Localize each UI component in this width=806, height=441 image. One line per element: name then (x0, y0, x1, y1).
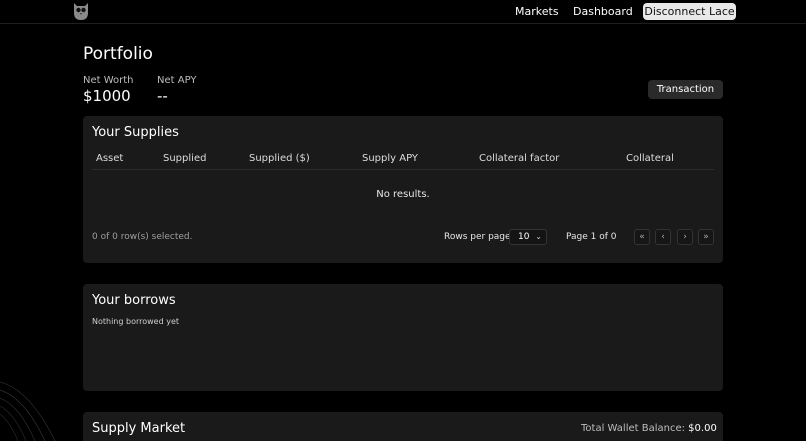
column-header-collateral[interactable]: Collateral (626, 153, 674, 164)
net-worth-label: Net Worth (83, 75, 134, 86)
last-page-button[interactable]: » (698, 229, 714, 245)
decorative-wave-lines (0, 381, 56, 441)
transaction-button[interactable]: Transaction (648, 80, 723, 99)
top-navbar: Markets Dashboard Disconnect Lace (0, 0, 806, 24)
net-apy-label: Net APY (157, 75, 197, 86)
wallet-balance-value: $0.00 (688, 423, 717, 434)
first-page-button[interactable]: « (634, 229, 650, 245)
next-page-button[interactable]: › (677, 229, 693, 245)
rows-per-page-label: Rows per page (444, 232, 511, 242)
column-header-asset[interactable]: Asset (96, 153, 123, 164)
page-title: Portfolio (83, 44, 153, 64)
supplies-title: Your Supplies (92, 125, 179, 140)
rows-per-page-select[interactable]: 10 ⌄ (509, 229, 547, 245)
last-page-icon: » (703, 232, 709, 242)
disconnect-wallet-button[interactable]: Disconnect Lace (643, 3, 736, 20)
next-page-icon: › (683, 232, 687, 242)
first-page-icon: « (639, 232, 645, 242)
column-header-supplied-usd[interactable]: Supplied ($) (249, 153, 310, 164)
owl-logo-icon[interactable] (72, 1, 90, 21)
nav-markets-link[interactable]: Markets (515, 5, 559, 18)
table-divider (92, 169, 714, 170)
previous-page-icon: ‹ (661, 232, 665, 242)
wallet-balance-label: Total Wallet Balance: (581, 423, 685, 434)
column-header-collateral-factor[interactable]: Collateral factor (479, 153, 559, 164)
net-worth-value: $1000 (83, 87, 131, 105)
supply-market-title: Supply Market (92, 421, 186, 436)
wallet-balance: Total Wallet Balance: $0.00 (581, 423, 717, 434)
nav-dashboard-link[interactable]: Dashboard (573, 5, 633, 18)
borrows-card: Your borrows Nothing borrowed yet (83, 284, 723, 391)
column-header-supply-apy[interactable]: Supply APY (362, 153, 418, 164)
borrows-empty-message: Nothing borrowed yet (92, 317, 180, 326)
chevron-down-icon: ⌄ (535, 232, 542, 241)
selection-count: 0 of 0 row(s) selected. (92, 232, 193, 242)
rows-per-page-value: 10 (518, 232, 530, 242)
supply-market-card: Supply Market Total Wallet Balance: $0.0… (83, 412, 723, 441)
borrows-title: Your borrows (92, 293, 176, 308)
supplies-card: Your Supplies Asset Supplied Supplied ($… (83, 116, 723, 263)
page-indicator: Page 1 of 0 (566, 232, 617, 242)
net-apy-value: -- (157, 87, 168, 105)
empty-table-message: No results. (376, 189, 430, 200)
column-header-supplied[interactable]: Supplied (163, 153, 206, 164)
previous-page-button[interactable]: ‹ (655, 229, 671, 245)
